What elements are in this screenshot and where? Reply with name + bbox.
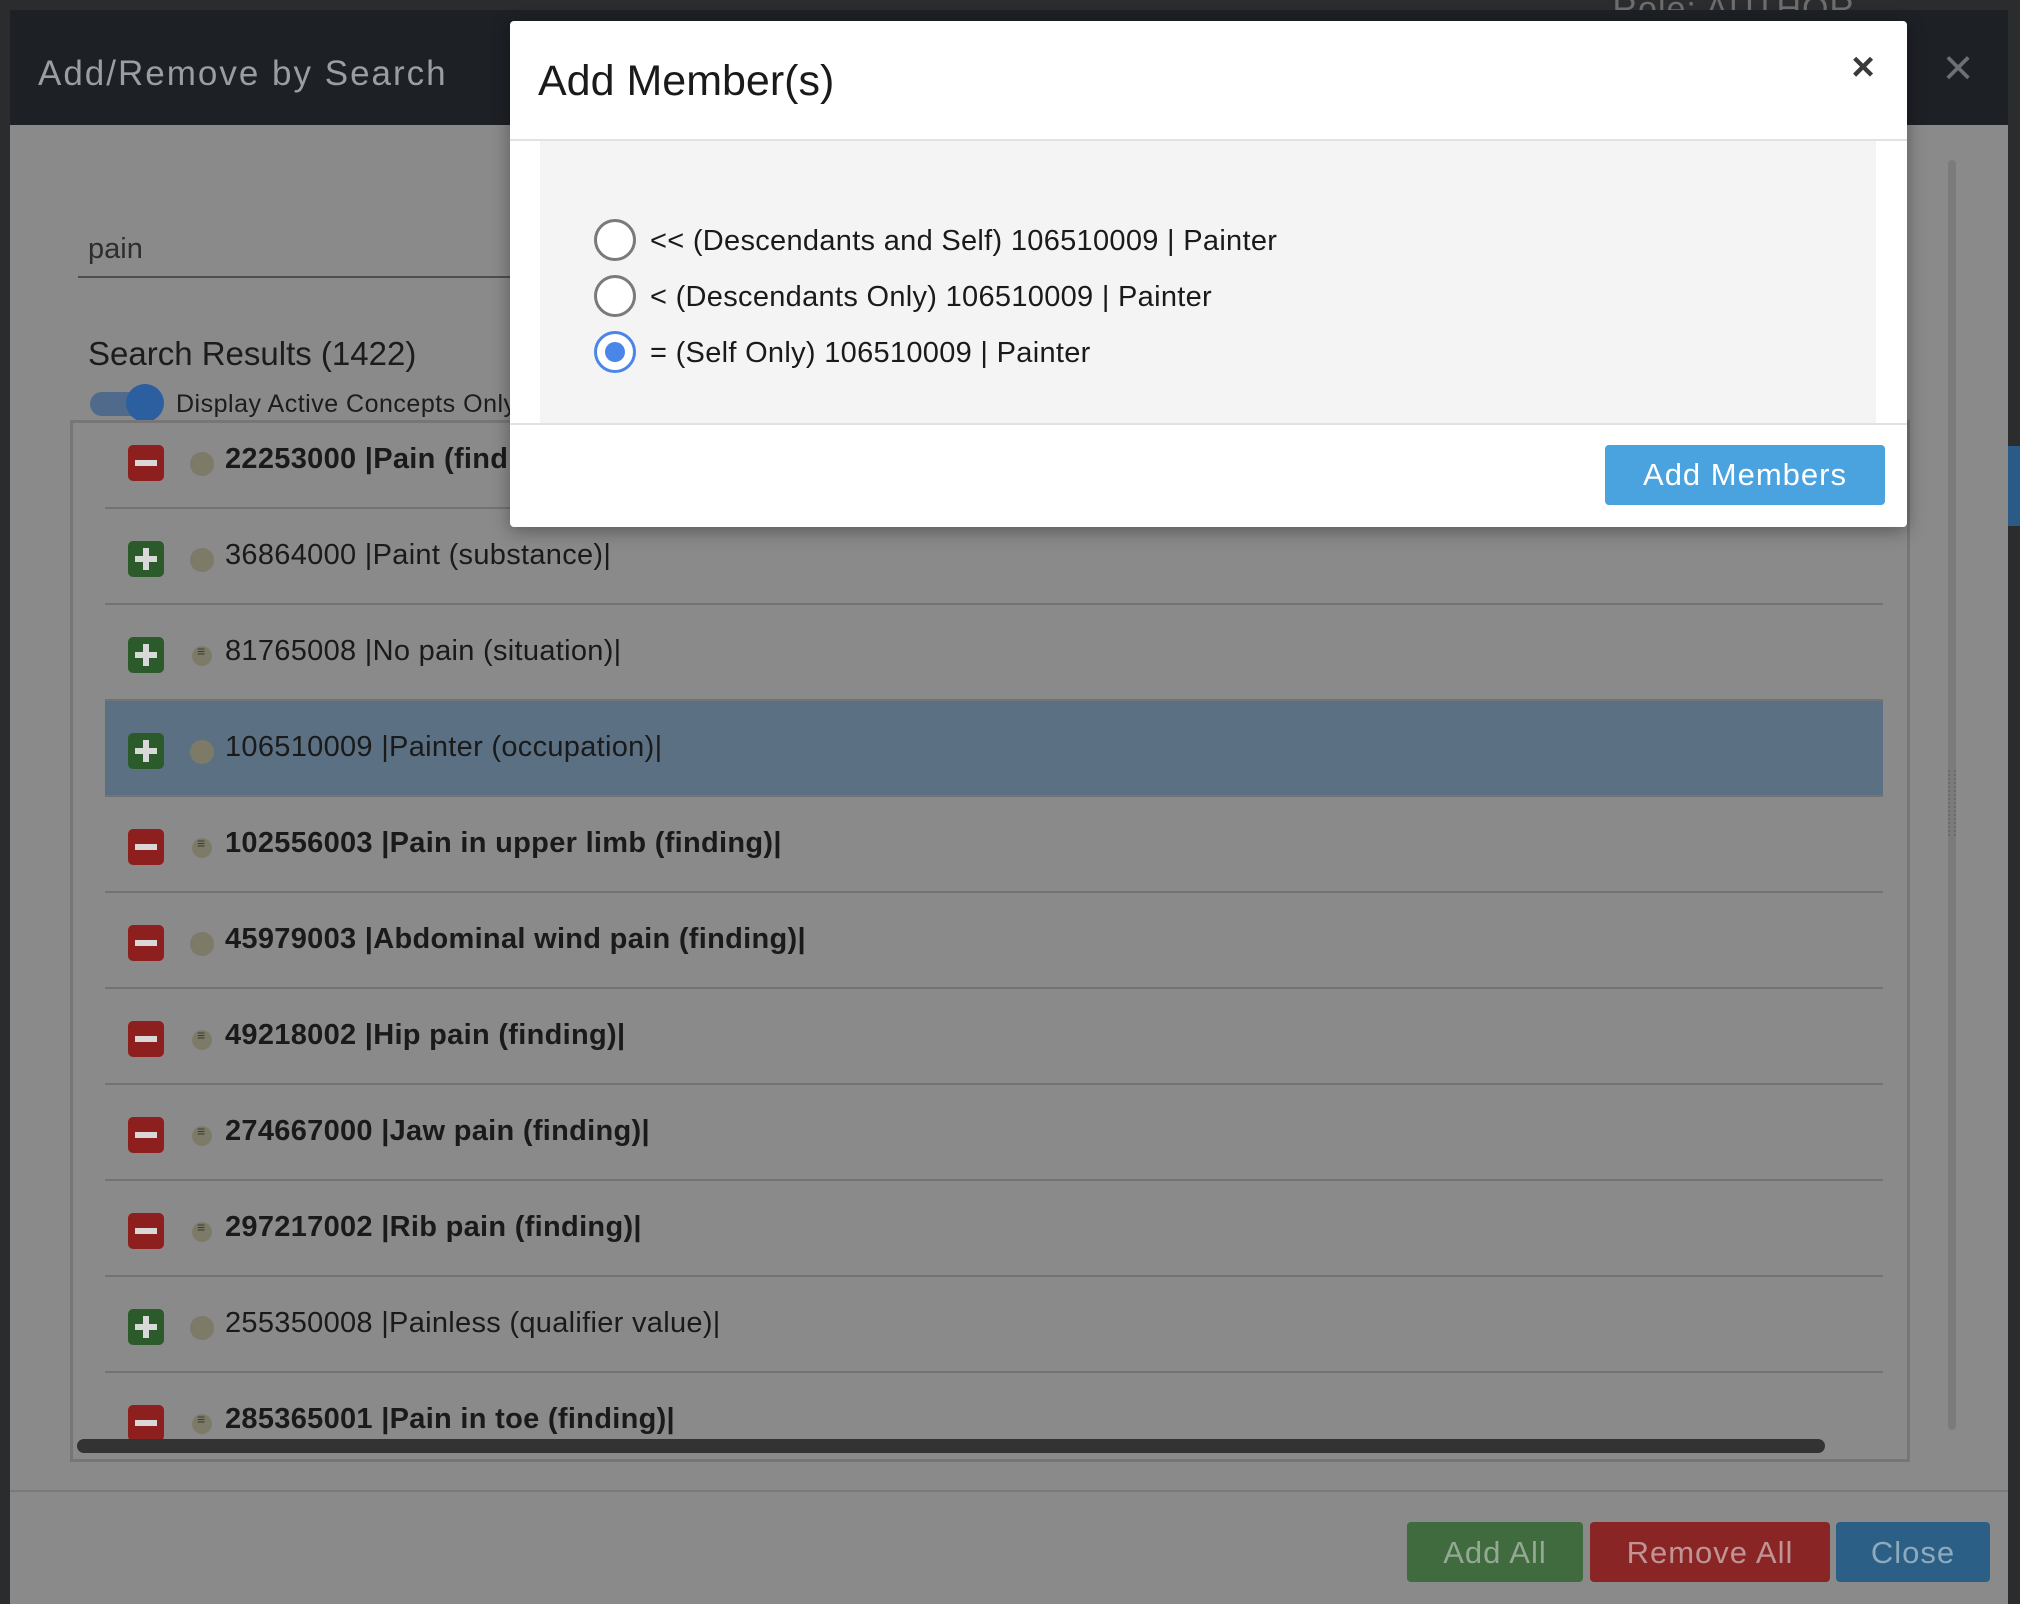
result-label: 36864000 |Paint (substance)| <box>225 539 612 571</box>
result-label: 49218002 |Hip pain (finding)| <box>225 1019 626 1051</box>
radio-button[interactable] <box>594 219 636 261</box>
background-accent <box>2008 446 2020 526</box>
result-label: 45979003 |Abdominal wind pain (finding)| <box>225 923 806 955</box>
option-label: << (Descendants and Self) 106510009 | Pa… <box>650 225 1278 257</box>
result-row[interactable]: 106510009 |Painter (occupation)| <box>105 701 1883 797</box>
radio-button[interactable] <box>594 275 636 317</box>
modal-title: Add/Remove by Search <box>38 54 448 93</box>
result-row[interactable]: 102556003 |Pain in upper limb (finding)| <box>105 797 1883 893</box>
remove-icon[interactable] <box>128 1405 164 1441</box>
close-icon[interactable]: × <box>1936 42 1980 94</box>
concept-status-icon <box>190 452 214 476</box>
search-input[interactable] <box>78 222 538 278</box>
concept-status-icon <box>190 548 214 572</box>
concept-status-icon <box>192 1411 212 1434</box>
toggle-knob <box>126 384 164 422</box>
concept-status-icon <box>192 1123 212 1146</box>
concept-status-icon <box>192 643 212 666</box>
result-row[interactable]: 45979003 |Abdominal wind pain (finding)| <box>105 893 1883 989</box>
result-label: 81765008 |No pain (situation)| <box>225 635 622 667</box>
option-label: = (Self Only) 106510009 | Painter <box>650 337 1091 369</box>
dialog-body: << (Descendants and Self) 106510009 | Pa… <box>540 141 1876 423</box>
search-results-heading: Search Results (1422) <box>88 335 417 372</box>
add-icon[interactable] <box>128 541 164 577</box>
result-row[interactable]: 49218002 |Hip pain (finding)| <box>105 989 1883 1085</box>
search-results-list[interactable]: 22253000 |Pain (finding)| 36864000 |Paint… <box>70 420 1910 1462</box>
dialog-title: Add Member(s) <box>538 57 835 105</box>
remove-icon[interactable] <box>128 445 164 481</box>
result-label: 106510009 |Painter (occupation)| <box>225 731 663 763</box>
concept-status-icon <box>192 1027 212 1050</box>
scroll-grip-icon[interactable] <box>1948 770 1956 836</box>
result-label: 297217002 |Rib pain (finding)| <box>225 1211 642 1243</box>
remove-icon[interactable] <box>128 1117 164 1153</box>
add-icon[interactable] <box>128 637 164 673</box>
add-all-button[interactable]: Add All <box>1407 1522 1583 1582</box>
remove-icon[interactable] <box>128 1213 164 1249</box>
result-row[interactable]: 255350008 |Painless (qualifier value)| <box>105 1277 1883 1373</box>
remove-icon[interactable] <box>128 829 164 865</box>
result-row[interactable]: 274667000 |Jaw pain (finding)| <box>105 1085 1883 1181</box>
dialog-footer-divider <box>510 423 1907 425</box>
result-label: 274667000 |Jaw pain (finding)| <box>225 1115 650 1147</box>
concept-status-icon <box>192 835 212 858</box>
toggle-label: Display Active Concepts Only <box>176 390 517 418</box>
result-label: 255350008 |Painless (qualifier value)| <box>225 1307 721 1339</box>
concept-status-icon <box>190 1316 214 1340</box>
concept-status-icon <box>190 740 214 764</box>
active-concepts-toggle[interactable] <box>90 384 164 422</box>
remove-all-button[interactable]: Remove All <box>1590 1522 1830 1582</box>
radio-button-checked[interactable] <box>594 331 636 373</box>
option-label: < (Descendants Only) 106510009 | Painter <box>650 281 1213 313</box>
concept-status-icon <box>192 1219 212 1242</box>
result-label: 102556003 |Pain in upper limb (finding)| <box>225 827 782 859</box>
close-icon[interactable]: × <box>1843 47 1883 87</box>
result-row[interactable]: 297217002 |Rib pain (finding)| <box>105 1181 1883 1277</box>
remove-icon[interactable] <box>128 1021 164 1057</box>
remove-icon[interactable] <box>128 925 164 961</box>
add-icon[interactable] <box>128 733 164 769</box>
add-members-dialog: Add Member(s) × << (Descendants and Self… <box>510 21 1907 527</box>
footer-divider <box>10 1490 2008 1492</box>
result-row[interactable]: 81765008 |No pain (situation)| <box>105 605 1883 701</box>
horizontal-scrollbar[interactable] <box>77 1439 1825 1453</box>
add-icon[interactable] <box>128 1309 164 1345</box>
close-button[interactable]: Close <box>1836 1522 1990 1582</box>
result-label: 285365001 |Pain in toe (finding)| <box>225 1403 675 1435</box>
concept-status-icon <box>190 932 214 956</box>
add-members-button[interactable]: Add Members <box>1605 445 1885 505</box>
